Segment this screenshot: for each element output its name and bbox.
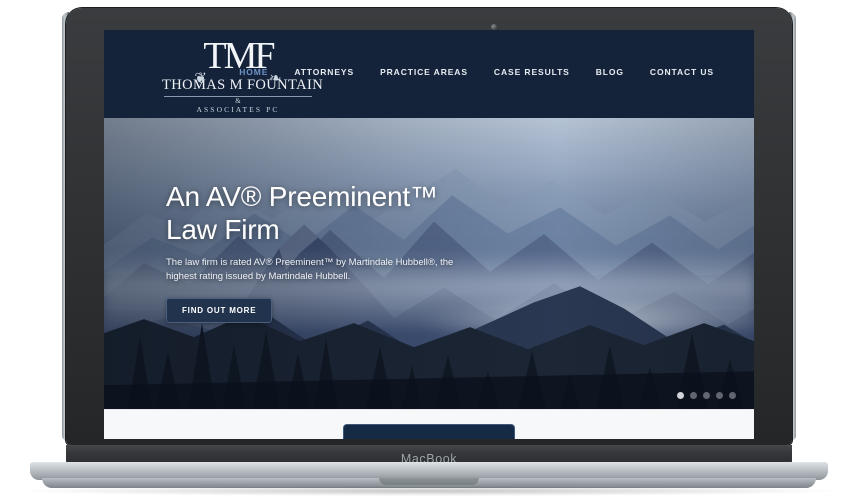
hero-headline-line-2: Law Firm bbox=[166, 214, 280, 245]
website-viewport: ❦ TMF ❧ THOMAS M FOUNTAIN & ASSOCIATES P… bbox=[104, 30, 754, 439]
hero-content: An AV® Preeminent™ Law Firm The law firm… bbox=[166, 180, 496, 323]
nav-item-contact-us[interactable]: CONTACT US bbox=[650, 67, 714, 77]
carousel-dot-4[interactable] bbox=[716, 392, 723, 399]
nav-item-case-results[interactable]: CASE RESULTS bbox=[494, 67, 570, 77]
laptop-screen: ❦ TMF ❧ THOMAS M FOUNTAIN & ASSOCIATES P… bbox=[104, 30, 754, 439]
hero-headline: An AV® Preeminent™ Law Firm bbox=[166, 180, 496, 246]
logo-subtitle: ASSOCIATES PC bbox=[196, 105, 280, 114]
nav-item-home[interactable]: HOME bbox=[239, 67, 268, 77]
logo-flourish-right-icon: ❧ bbox=[268, 71, 282, 87]
hero-banner: An AV® Preeminent™ Law Firm The law firm… bbox=[104, 118, 754, 409]
site-header: ❦ TMF ❧ THOMAS M FOUNTAIN & ASSOCIATES P… bbox=[104, 30, 754, 118]
laptop-base-notch bbox=[379, 478, 479, 485]
nav-item-attorneys[interactable]: ATTORNEYS bbox=[294, 67, 354, 77]
content-card[interactable] bbox=[343, 424, 515, 439]
logo-ampersand: & bbox=[235, 97, 241, 105]
carousel-dot-5[interactable] bbox=[729, 392, 736, 399]
logo-firm-name: THOMAS M FOUNTAIN bbox=[162, 77, 324, 93]
carousel-dot-3[interactable] bbox=[703, 392, 710, 399]
laptop-shadow bbox=[20, 486, 838, 496]
macbook-mockup: ❦ TMF ❧ THOMAS M FOUNTAIN & ASSOCIATES P… bbox=[0, 0, 858, 503]
content-section-band bbox=[104, 409, 754, 439]
carousel-dot-1[interactable] bbox=[677, 392, 684, 399]
main-navigation: HOME ATTORNEYS PRACTICE AREAS CASE RESUL… bbox=[239, 67, 714, 77]
logo-flourish-left-icon: ❦ bbox=[194, 71, 207, 87]
find-out-more-button[interactable]: FIND OUT MORE bbox=[166, 298, 273, 323]
hero-subtitle: The law firm is rated AV® Preeminent™ by… bbox=[166, 257, 454, 282]
carousel-dot-2[interactable] bbox=[690, 392, 697, 399]
nav-item-practice-areas[interactable]: PRACTICE AREAS bbox=[380, 67, 468, 77]
hero-headline-line-1: An AV® Preeminent™ bbox=[166, 181, 438, 212]
nav-item-blog[interactable]: BLOG bbox=[596, 67, 624, 77]
carousel-pagination bbox=[677, 392, 736, 399]
